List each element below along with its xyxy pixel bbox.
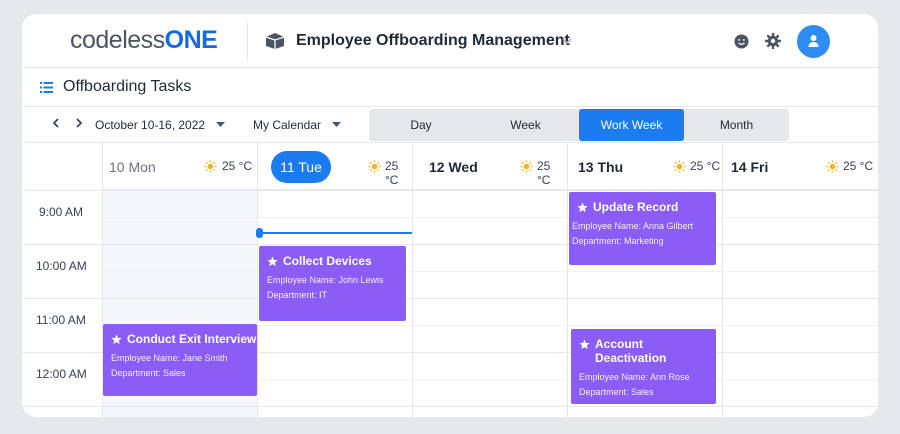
time-label: 12:00 AM: [36, 367, 87, 381]
page-header: Offboarding Tasks: [22, 68, 878, 107]
current-time-marker: [256, 228, 263, 238]
temperature: 25 °C: [843, 159, 874, 173]
app-window: codelessONE Employee Offboarding Managem…: [22, 14, 878, 417]
calendar-toolbar: October 10-16, 2022 My Calendar Day Week…: [22, 107, 878, 143]
user-icon: [808, 35, 819, 47]
star-icon: [577, 202, 588, 213]
sun-icon: [204, 160, 217, 173]
day-label: 14 Fri: [731, 159, 769, 175]
caret-down-icon[interactable]: [216, 122, 225, 128]
day-label: 12 Wed: [429, 159, 478, 175]
sun-icon: [673, 160, 686, 173]
top-bar: codelessONE Employee Offboarding Managem…: [22, 14, 878, 68]
avatar[interactable]: [797, 25, 830, 58]
day-label: 13 Thu: [578, 159, 624, 175]
time-label: 11:00 AM: [36, 313, 86, 327]
divider: [247, 22, 248, 62]
page-title: Offboarding Tasks: [63, 78, 192, 95]
view-week-button[interactable]: Week: [473, 109, 578, 141]
event-title: Account Deactivation: [595, 337, 667, 365]
event-department: Department: Sales: [111, 368, 186, 378]
day-header: 14 Fri 25 °C: [723, 143, 878, 190]
view-day-button[interactable]: Day: [369, 109, 473, 141]
chevron-down-icon[interactable]: [561, 35, 573, 47]
today-badge[interactable]: 11 Tue: [271, 151, 331, 183]
star-icon: [111, 334, 122, 345]
caret-down-icon[interactable]: [332, 122, 341, 128]
day-label: 10 Mon: [109, 159, 156, 175]
day-header: 13 Thu 25 °C: [568, 143, 722, 190]
star-icon: [579, 339, 590, 350]
smile-icon[interactable]: [734, 34, 749, 49]
event-title: Update Record: [593, 200, 679, 214]
app-title[interactable]: Employee Offboarding Management: [296, 32, 570, 50]
event-account-deactivation[interactable]: Account Deactivation Employee Name: Ann …: [571, 329, 716, 404]
event-employee: Employee Name: Ann Rose: [579, 372, 690, 382]
temperature: 25 °C: [690, 159, 721, 173]
event-department: Department: Sales: [579, 387, 654, 397]
view-switcher: Day Week Work Week Month: [369, 109, 789, 141]
next-button[interactable]: [74, 117, 84, 129]
grid-line: [22, 190, 878, 191]
day-header: 12 Wed 25 °C: [413, 143, 567, 190]
time-label: 9:00 AM: [39, 205, 84, 219]
calendar-select[interactable]: My Calendar: [253, 118, 321, 132]
list-icon: [40, 82, 53, 93]
event-employee: Employee Name: Anna Gilbert: [572, 221, 694, 231]
grid-line: [102, 271, 878, 272]
sun-icon: [368, 160, 381, 173]
star-icon: [267, 256, 278, 267]
date-range-picker[interactable]: October 10-16, 2022: [95, 118, 205, 132]
event-conduct-exit-interview[interactable]: Conduct Exit Interview Employee Name: Ja…: [103, 324, 257, 396]
time-label: 10:00 AM: [36, 259, 87, 273]
event-department: Department: IT: [267, 290, 328, 300]
event-update-record[interactable]: Update Record Employee Name: Anna Gilber…: [569, 192, 716, 265]
event-collect-devices[interactable]: Collect Devices Employee Name: John Lewi…: [259, 246, 406, 321]
temperature: 25 °C: [222, 159, 253, 173]
view-work-week-button[interactable]: Work Week: [579, 109, 684, 141]
view-month-button[interactable]: Month: [684, 109, 789, 141]
gear-icon[interactable]: [765, 33, 781, 49]
day-column-wed[interactable]: 12 Wed 25 °C: [412, 143, 567, 417]
event-department: Department: Marketing: [572, 236, 664, 246]
sun-icon: [826, 160, 839, 173]
sun-icon: [520, 160, 533, 173]
prev-button[interactable]: [51, 117, 61, 129]
logo[interactable]: codelessONE: [70, 26, 218, 55]
current-time-line: [258, 232, 412, 234]
event-title: Conduct Exit Interview: [127, 332, 257, 346]
day-header: 10 Mon 25 °C: [103, 143, 257, 190]
grid-line: [22, 406, 878, 407]
grid-line: [22, 244, 878, 245]
calendar-grid: 10 Mon 25 °C 11 Tue 25 °C 12 Wed 25 °C 1…: [22, 143, 878, 417]
event-employee: Employee Name: John Lewis: [267, 275, 384, 285]
temperature: 25 °C: [537, 159, 551, 187]
temperature: 25 °C: [385, 159, 399, 187]
event-title: Collect Devices: [283, 254, 372, 268]
package-icon: [265, 33, 285, 49]
day-header: 11 Tue 25 °C: [258, 143, 412, 190]
day-column-fri[interactable]: 14 Fri 25 °C: [722, 143, 878, 417]
grid-line: [102, 217, 878, 218]
grid-line: [22, 298, 878, 299]
event-employee: Employee Name: Jane Smith: [111, 353, 228, 363]
